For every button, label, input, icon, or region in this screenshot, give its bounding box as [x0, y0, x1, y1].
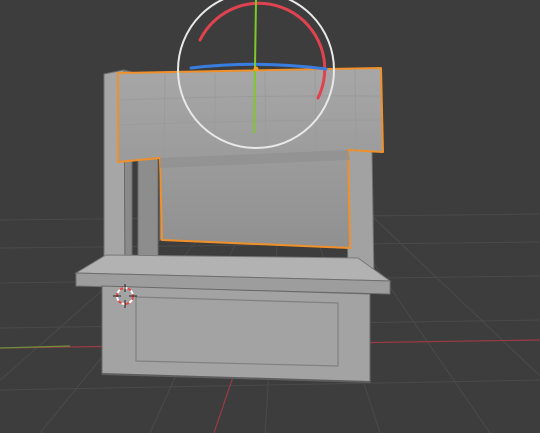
- 3d-viewport[interactable]: [0, 0, 540, 433]
- gizmo-pivot-point[interactable]: [253, 66, 259, 72]
- market-stall-object[interactable]: [74, 67, 392, 383]
- viewport-canvas[interactable]: [0, 0, 540, 433]
- left-back-post[interactable]: [137, 149, 159, 257]
- gizmo-z-rotation-arc[interactable]: [189, 62, 328, 71]
